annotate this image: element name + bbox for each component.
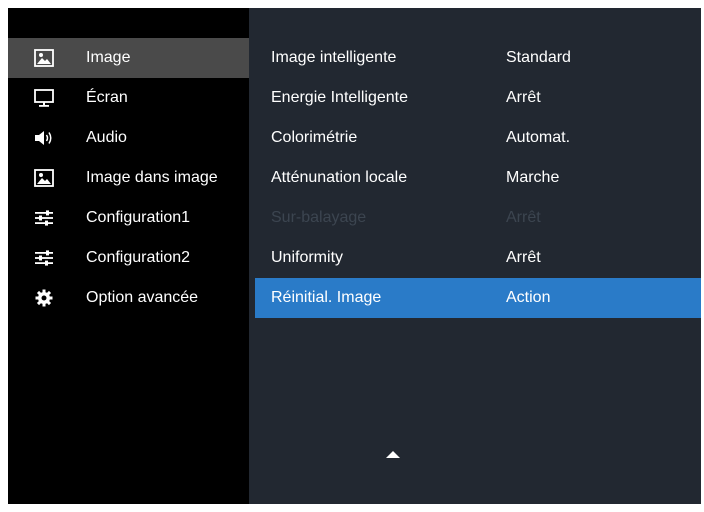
menu-item-ecran[interactable]: Écran <box>8 78 249 118</box>
setting-label: Energie Intelligente <box>271 89 408 106</box>
setting-label: Colorimétrie <box>271 129 358 146</box>
setting-value: Arrêt <box>506 209 541 226</box>
sliders-icon <box>35 210 53 226</box>
speaker-icon <box>35 131 52 145</box>
setting-value: Standard <box>506 49 571 66</box>
setting-label: Image intelligente <box>271 49 397 66</box>
menu-item-configuration2[interactable]: Configuration2 <box>8 238 249 278</box>
setting-row-uniformity[interactable]: Uniformity Arrêt <box>255 238 701 278</box>
scroll-up-icon[interactable] <box>386 451 400 458</box>
gear-icon <box>35 289 53 307</box>
menu-item-audio[interactable]: Audio <box>8 118 249 158</box>
settings-panel: Image intelligente Standard Energie Inte… <box>249 8 701 504</box>
setting-label: Atténunation locale <box>271 169 408 186</box>
setting-label: Uniformity <box>271 249 344 266</box>
menu-item-label: Configuration1 <box>86 209 191 226</box>
setting-row-energie-intelligente[interactable]: Energie Intelligente Arrêt <box>255 78 701 118</box>
sliders-icon <box>35 250 53 266</box>
menu-item-label: Image <box>86 49 131 66</box>
setting-label: Réinitial. Image <box>271 289 382 306</box>
image-icon <box>34 49 54 67</box>
menu-item-label: Audio <box>86 129 127 146</box>
menu-item-label: Configuration2 <box>86 249 191 266</box>
menu-item-image-dans-image[interactable]: Image dans image <box>8 158 249 198</box>
setting-row-attenuation-locale[interactable]: Atténunation locale Marche <box>255 158 701 198</box>
setting-row-sur-balayage: Sur-balayage Arrêt <box>255 198 701 238</box>
setting-value: Marche <box>506 169 560 186</box>
setting-value: Arrêt <box>506 249 541 266</box>
monitor-icon <box>34 89 54 107</box>
setting-value: Arrêt <box>506 89 541 106</box>
menu-item-label: Option avancée <box>86 289 199 306</box>
setting-value: Action <box>506 289 551 306</box>
setting-value: Automat. <box>506 129 571 146</box>
setting-row-image-intelligente[interactable]: Image intelligente Standard <box>255 38 701 78</box>
osd-menu: Image Écran Audio Image dans image Confi… <box>8 8 701 504</box>
setting-row-colorimetrie[interactable]: Colorimétrie Automat. <box>255 118 701 158</box>
menu-item-label: Image dans image <box>86 169 218 186</box>
setting-row-reinitial-image[interactable]: Réinitial. Image Action <box>255 278 701 318</box>
menu-item-configuration1[interactable]: Configuration1 <box>8 198 249 238</box>
menu-item-option-avancee[interactable]: Option avancée <box>8 278 249 318</box>
category-menu: Image Écran Audio Image dans image Confi… <box>8 8 249 504</box>
menu-item-image[interactable]: Image <box>8 38 249 78</box>
image-icon <box>34 169 54 187</box>
setting-label: Sur-balayage <box>271 209 367 226</box>
menu-item-label: Écran <box>86 89 128 106</box>
